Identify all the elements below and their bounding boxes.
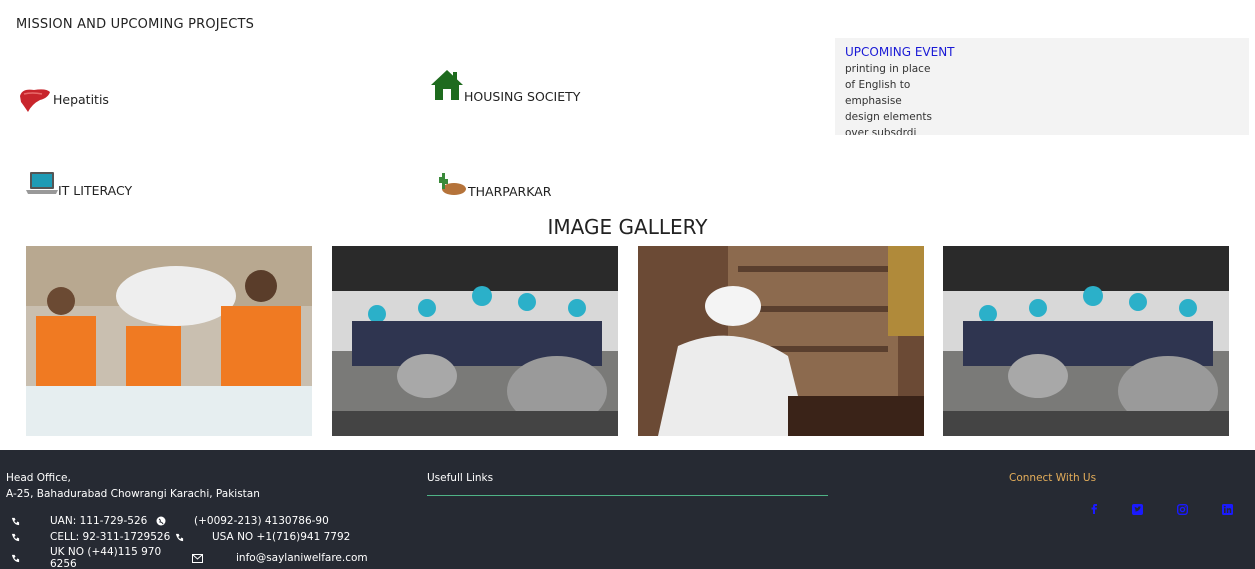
project-label-it-literacy: IT LITERACY — [58, 183, 133, 198]
gallery-image-kitchen-2[interactable] — [943, 246, 1229, 436]
uk-number: UK NO (+44)115 970 6256 — [50, 546, 162, 569]
project-it-literacy[interactable]: IT LITERACY — [26, 170, 132, 199]
project-housing-society[interactable]: HOUSING SOCIETY — [430, 68, 580, 105]
linkedin-icon[interactable] — [1221, 503, 1233, 515]
contact-row: UAN: 111-729-526 (+0092-213) 4130786-90 — [6, 514, 329, 528]
phone-icon — [8, 530, 22, 544]
laptop-icon — [26, 170, 58, 199]
facebook-icon[interactable] — [1088, 503, 1100, 515]
footer: Head Office, A-25, Bahadurabad Chowrangi… — [0, 450, 1255, 569]
project-label-tharparkar: THARPARKAR — [468, 184, 552, 199]
phone-icon — [8, 514, 22, 528]
uan-number: UAN: 111-729-526 — [50, 515, 148, 527]
cell-number: CELL: 92-311-1729526 — [50, 531, 171, 543]
tharparkar-icon — [436, 169, 468, 200]
upcoming-event-line: of English to — [845, 79, 911, 91]
head-office-label: Head Office, — [6, 472, 71, 484]
useful-links-divider — [427, 495, 828, 496]
project-tharparkar[interactable]: THARPARKAR — [436, 169, 551, 200]
useful-links-title: Usefull Links — [427, 472, 494, 484]
head-office-address: A-25, Bahadurabad Chowrangi Karachi, Pak… — [6, 488, 260, 500]
usa-number: USA NO +1(716)941 7792 — [212, 531, 351, 543]
twitter-icon[interactable] — [1131, 503, 1143, 515]
phone-number: (+0092-213) 4130786-90 — [194, 515, 329, 527]
gallery-image-volunteers[interactable] — [26, 246, 312, 436]
gallery-image-kitchen[interactable] — [332, 246, 618, 436]
house-icon — [430, 68, 464, 105]
connect-title: Connect With Us — [1009, 472, 1097, 484]
gallery-image-office[interactable] — [638, 246, 924, 436]
globe-icon — [154, 514, 168, 528]
upcoming-event-line: printing in place — [845, 63, 931, 75]
upcoming-event-line: emphasise — [845, 95, 902, 107]
contact-row: CELL: 92-311-1729526 USA NO +1(716)941 7… — [6, 530, 350, 544]
project-label-hepatitis: Hepatitis — [53, 92, 109, 107]
envelope-icon — [190, 551, 204, 565]
upcoming-event-line: over subsdrdi — [845, 127, 917, 135]
project-hepatitis[interactable]: Hepatitis — [18, 84, 109, 117]
phone-icon — [8, 551, 22, 565]
liver-icon — [18, 84, 52, 117]
project-label-housing: HOUSING SOCIETY — [464, 89, 581, 104]
instagram-icon[interactable] — [1176, 503, 1188, 515]
mission-title: MISSION AND UPCOMING PROJECTS — [16, 17, 255, 32]
upcoming-event-box[interactable]: UPCOMING EVENT printing in place of Engl… — [835, 38, 1249, 135]
phone-icon — [172, 530, 186, 544]
contact-row: UK NO (+44)115 970 6256 info@saylaniwelf… — [6, 546, 368, 569]
upcoming-event-line: design elements — [845, 111, 932, 123]
upcoming-event-title: UPCOMING EVENT — [845, 45, 955, 59]
gallery-title: IMAGE GALLERY — [547, 215, 708, 239]
email-link[interactable]: info@saylaniwelfare.com — [236, 552, 368, 564]
